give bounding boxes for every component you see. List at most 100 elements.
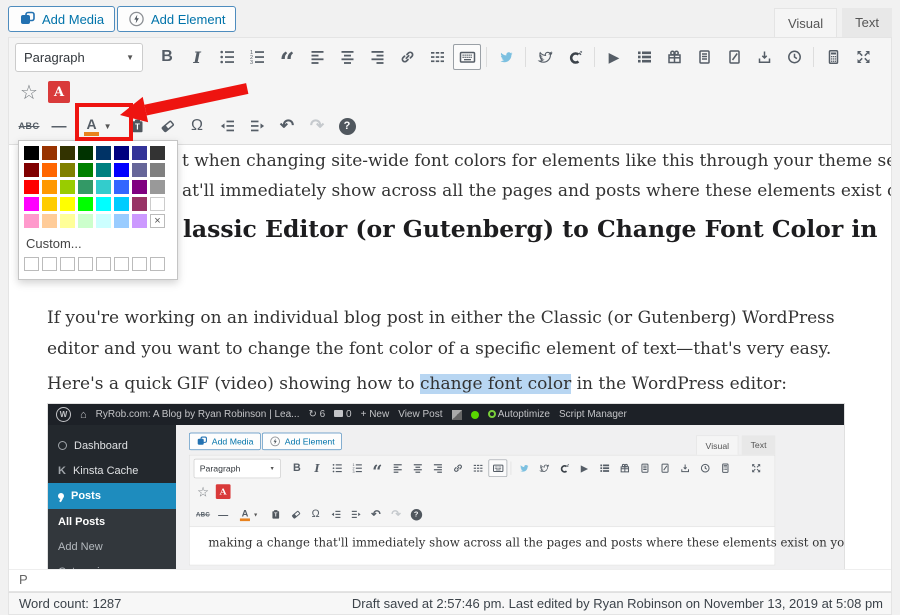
insert-link-button[interactable] bbox=[393, 44, 421, 70]
color-swatch[interactable] bbox=[150, 146, 165, 160]
color-swatch[interactable] bbox=[114, 214, 129, 228]
play-video-button[interactable]: ▶ bbox=[600, 44, 628, 70]
color-swatch[interactable] bbox=[132, 214, 147, 228]
document-button[interactable] bbox=[690, 44, 718, 70]
custom-color-slot[interactable] bbox=[42, 257, 57, 271]
color-swatch[interactable] bbox=[132, 163, 147, 177]
custom-color-link[interactable]: Custom... bbox=[24, 231, 172, 257]
color-swatch[interactable] bbox=[60, 146, 75, 160]
swatch-row: × bbox=[24, 214, 172, 228]
script-manager-menu: Script Manager bbox=[559, 409, 627, 420]
color-swatch[interactable] bbox=[78, 197, 93, 211]
no-color-button[interactable]: × bbox=[150, 214, 165, 228]
submenu-categories: Categories bbox=[48, 559, 176, 569]
toolbar-toggle-keyboard-button[interactable] bbox=[453, 44, 481, 70]
redo-button[interactable]: ↷ bbox=[303, 113, 331, 139]
color-swatch[interactable] bbox=[114, 163, 129, 177]
add-media-button[interactable]: Add Media bbox=[8, 6, 115, 32]
read-more-button[interactable] bbox=[423, 44, 451, 70]
edit-document-button[interactable] bbox=[720, 44, 748, 70]
custom-color-slot[interactable] bbox=[24, 257, 39, 271]
color-swatch[interactable] bbox=[114, 180, 129, 194]
bulleted-list-button[interactable] bbox=[213, 44, 241, 70]
calculator-button[interactable] bbox=[819, 44, 847, 70]
color-swatch[interactable] bbox=[96, 197, 111, 211]
outdent-button[interactable] bbox=[213, 113, 241, 139]
color-swatch[interactable] bbox=[78, 180, 93, 194]
color-swatch[interactable] bbox=[60, 163, 75, 177]
color-swatch[interactable] bbox=[24, 163, 39, 177]
numbered-list-button[interactable]: 123 bbox=[243, 44, 271, 70]
red-a-badge-button[interactable]: A bbox=[45, 79, 73, 105]
color-swatch[interactable] bbox=[150, 163, 165, 177]
add-element-button[interactable]: Add Element bbox=[117, 6, 236, 32]
custom-color-slot[interactable] bbox=[78, 257, 93, 271]
color-swatch[interactable] bbox=[96, 146, 111, 160]
color-swatch[interactable] bbox=[114, 197, 129, 211]
color-swatch[interactable] bbox=[78, 214, 93, 228]
color-swatch[interactable] bbox=[96, 214, 111, 228]
color-swatch[interactable] bbox=[60, 180, 75, 194]
color-swatch[interactable] bbox=[42, 146, 57, 160]
clock-button[interactable] bbox=[780, 44, 808, 70]
help-button[interactable]: ? bbox=[333, 113, 361, 139]
blockquote-button[interactable]: “ bbox=[273, 44, 301, 70]
wp-admin-content-area: Add Media Add Element VisualText bbox=[176, 425, 844, 569]
indent-button[interactable] bbox=[243, 113, 271, 139]
convertkit-button[interactable] bbox=[561, 44, 589, 70]
color-swatch[interactable] bbox=[42, 214, 57, 228]
undo-button[interactable]: ↶ bbox=[273, 113, 301, 139]
color-swatch[interactable] bbox=[96, 163, 111, 177]
posts-submenu: All Posts Add New Categories bbox=[48, 509, 176, 569]
favorite-star-button[interactable]: ☆ bbox=[15, 79, 43, 105]
paragraph-2: Here's a quick GIF (video) showing how t… bbox=[47, 369, 839, 400]
custom-color-slot[interactable] bbox=[150, 257, 165, 271]
fullscreen-button[interactable] bbox=[849, 44, 877, 70]
paragraph-dropdown[interactable]: Paragraph ▼ bbox=[15, 43, 143, 72]
custom-color-slot[interactable] bbox=[114, 257, 129, 271]
kinsta-icon: K bbox=[58, 465, 66, 477]
color-swatch[interactable] bbox=[24, 146, 39, 160]
clipped-paragraph-line-1: t when changing site-wide font colors fo… bbox=[182, 151, 891, 171]
jetpack-bird-icon-button[interactable] bbox=[492, 44, 520, 70]
download-button[interactable] bbox=[750, 44, 778, 70]
editor-status-bar: Word count: 1287 Draft saved at 2:57:46 … bbox=[8, 592, 892, 615]
color-swatch[interactable] bbox=[24, 214, 39, 228]
custom-color-slot[interactable] bbox=[96, 257, 111, 271]
custom-color-slot[interactable] bbox=[132, 257, 147, 271]
color-swatch[interactable] bbox=[60, 197, 75, 211]
color-swatch[interactable] bbox=[78, 146, 93, 160]
media-icon bbox=[19, 11, 36, 27]
submenu-add-new: Add New bbox=[48, 534, 176, 559]
tab-text[interactable]: Text bbox=[842, 8, 892, 37]
color-swatch[interactable] bbox=[96, 180, 111, 194]
color-swatch[interactable] bbox=[78, 163, 93, 177]
horizontal-rule-button[interactable]: — bbox=[45, 113, 73, 139]
twitter-bird-button[interactable] bbox=[531, 44, 559, 70]
bold-button[interactable]: B bbox=[153, 44, 181, 70]
gift-button[interactable] bbox=[660, 44, 688, 70]
color-swatch[interactable] bbox=[132, 146, 147, 160]
color-swatch-white[interactable] bbox=[150, 197, 165, 211]
color-swatch[interactable] bbox=[42, 180, 57, 194]
tab-visual[interactable]: Visual bbox=[774, 8, 837, 37]
color-swatch[interactable] bbox=[24, 197, 39, 211]
italic-button[interactable]: I bbox=[183, 44, 211, 70]
color-swatch[interactable] bbox=[24, 180, 39, 194]
special-character-button[interactable]: Ω bbox=[183, 113, 211, 139]
color-swatch[interactable] bbox=[150, 180, 165, 194]
color-swatch[interactable] bbox=[42, 197, 57, 211]
toc-list-button[interactable] bbox=[630, 44, 658, 70]
strikethrough-button[interactable]: ABC bbox=[15, 113, 43, 139]
custom-color-slot[interactable] bbox=[60, 257, 75, 271]
color-swatch[interactable] bbox=[114, 146, 129, 160]
color-swatch[interactable] bbox=[132, 197, 147, 211]
align-right-button[interactable] bbox=[363, 44, 391, 70]
align-center-button[interactable] bbox=[333, 44, 361, 70]
color-swatch[interactable] bbox=[132, 180, 147, 194]
color-swatch[interactable] bbox=[60, 214, 75, 228]
svg-text:3: 3 bbox=[250, 60, 253, 65]
submenu-all-posts: All Posts bbox=[48, 509, 176, 534]
color-swatch[interactable] bbox=[42, 163, 57, 177]
align-left-button[interactable] bbox=[303, 44, 331, 70]
